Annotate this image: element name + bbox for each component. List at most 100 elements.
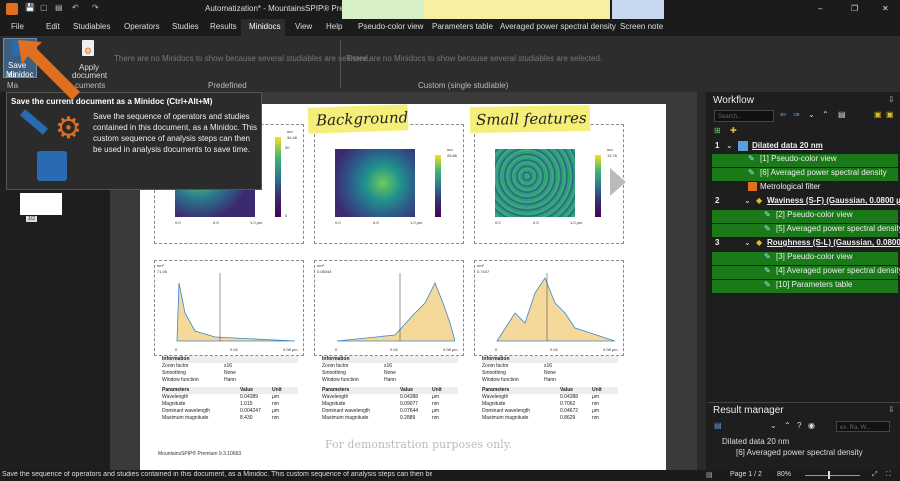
workflow-row[interactable]: 1 ⌄ Dilated data 20 nm xyxy=(712,141,898,154)
fit-page-icon[interactable]: ⤢ xyxy=(872,471,878,479)
ribbon-panel: Save as Minidoc ⚙ Apply document Ma cume… xyxy=(0,36,900,92)
unit: nm xyxy=(592,401,599,407)
tree-expand-icon[interactable]: ⊞ xyxy=(714,126,721,135)
result-up-icon[interactable]: ⌃ xyxy=(784,421,791,430)
row-max-mag: Maximum magnitude 0.2889 nm xyxy=(322,415,458,422)
doc-footer: MountainsSPIP® Premium 9.3.10663 xyxy=(158,451,242,457)
arrow-down-icon[interactable]: ⌄ xyxy=(808,110,815,119)
tab-screen-note[interactable]: Screen note xyxy=(620,22,663,31)
workflow-row[interactable]: Metrological filter xyxy=(712,182,898,195)
result-search[interactable]: ex. Ra, W... xyxy=(836,421,890,432)
tab-parameters-table[interactable]: Parameters table xyxy=(432,22,493,31)
doc-scrollbar[interactable] xyxy=(697,92,706,470)
tab-results[interactable]: Results xyxy=(210,22,237,31)
workflow-row[interactable]: ✎ [10] Parameters table xyxy=(712,280,898,293)
thumbnail-page-label: 1/2 xyxy=(26,216,37,222)
result-help-icon[interactable]: ? xyxy=(797,421,801,430)
workflow-row[interactable]: ✎ [6] Averaged power spectral density xyxy=(712,168,898,181)
psd-curve-svg xyxy=(176,273,295,342)
redo-icon[interactable]: ↷ xyxy=(92,3,99,12)
tab-pseudo-color-view[interactable]: Pseudo-color view xyxy=(358,22,423,31)
map-plot-2[interactable]: nm 26.86 0.0 0.5 1.0 µm xyxy=(314,124,464,244)
spectrum-plot-1[interactable]: nm² 71.06 0 0.04 0.08 µm xyxy=(154,260,304,356)
info-header: Information xyxy=(162,356,298,363)
arrow-left-icon[interactable]: ⇐ xyxy=(780,110,787,119)
zoom-thumb[interactable] xyxy=(828,471,830,479)
map-plot-3[interactable]: nm 13.76 0.0 0.5 1.0 µm xyxy=(474,124,624,244)
expand-icon[interactable]: ⌄ xyxy=(744,196,751,205)
close-button[interactable]: ✕ xyxy=(882,4,889,13)
result-down-icon[interactable]: ⌄ xyxy=(770,421,777,430)
result-item[interactable]: Dilated data 20 nm xyxy=(722,437,789,446)
result-tool-icon[interactable]: ▤ xyxy=(714,421,722,430)
minimize-button[interactable]: – xyxy=(818,4,822,13)
tab-averaged-psd[interactable]: Averaged power spectral density xyxy=(500,22,616,31)
fullscreen-icon[interactable]: ⛶ xyxy=(886,471,891,479)
note-arrow-gray xyxy=(610,168,626,196)
save-quick-icon[interactable]: 💾 xyxy=(25,3,35,12)
info-table-3[interactable]: Information Zoom factor x16 Smoothing No… xyxy=(482,356,618,422)
note-small-features[interactable]: Small features xyxy=(469,104,591,134)
new-quick-icon[interactable]: ▢ xyxy=(40,3,48,12)
row-label: [1] Pseudo-color view xyxy=(760,154,837,163)
row-label: [6] Averaged power spectral density xyxy=(760,168,887,177)
result-view-icon[interactable]: ◉ xyxy=(808,421,815,430)
workflow-row[interactable]: 3 ⌄ ◆ Roughness (S-L) (Gaussian, 0.0800 µm) xyxy=(712,238,900,251)
x-tick: 0.08 µm xyxy=(443,347,458,352)
arrow-up-icon[interactable]: ⌃ xyxy=(822,110,829,119)
tab-help[interactable]: Help xyxy=(326,22,342,31)
workflow-tool-icon[interactable]: ▣ xyxy=(874,110,882,119)
filter-icon xyxy=(748,182,757,191)
tab-studies[interactable]: Studies xyxy=(172,22,199,31)
menu-file[interactable]: File xyxy=(11,22,24,31)
workflow-row[interactable]: ✎ [4] Averaged power spectral density xyxy=(712,266,900,279)
tree-add-icon[interactable]: ✚ xyxy=(730,126,737,135)
row-wavelength: Wavelength 0.04389 µm xyxy=(162,394,298,401)
unit: nm xyxy=(592,415,599,421)
workflow-tool-icon-2[interactable]: ▣ xyxy=(886,110,894,119)
tab-minidocs[interactable]: Minidocs xyxy=(249,22,281,31)
restore-button[interactable]: ❐ xyxy=(851,4,858,13)
workflow-search[interactable]: Search... xyxy=(714,110,774,122)
expand-icon[interactable]: ⌄ xyxy=(726,141,733,150)
spectrum-plot-3[interactable]: nm² 0.7447 0 0.04 0.08 µm xyxy=(474,260,624,356)
watermark: For demonstration purposes only. xyxy=(325,438,512,451)
workflow-pin-icon[interactable]: ⇩ xyxy=(888,95,895,104)
tab-view[interactable]: View xyxy=(295,22,312,31)
info-table-2[interactable]: Information Zoom factor x16 Smoothing No… xyxy=(322,356,458,422)
predefined-group-label: Predefined xyxy=(208,81,247,90)
tab-edit[interactable]: Edit xyxy=(46,22,60,31)
label: Dominant wavelength xyxy=(322,408,371,414)
workflow-row[interactable]: ✎ [5] Averaged power spectral density xyxy=(712,224,900,237)
value: Hann xyxy=(384,377,396,383)
label: Maximum magnitude xyxy=(482,415,529,421)
label: Magnitude xyxy=(482,401,506,407)
expand-icon[interactable]: ⌄ xyxy=(744,238,751,247)
page-thumbnail[interactable] xyxy=(20,193,62,215)
workflow-options-icon[interactable]: ▤ xyxy=(838,110,846,119)
zoom-slider[interactable] xyxy=(805,475,860,476)
y-unit: nm² xyxy=(317,263,324,268)
workflow-row[interactable]: ✎ [1] Pseudo-color view xyxy=(712,154,898,167)
x-tick: 1.0 µm xyxy=(250,220,263,225)
undo-icon[interactable]: ↶ xyxy=(72,3,79,12)
open-quick-icon[interactable]: ▤ xyxy=(55,3,63,12)
tab-studiables[interactable]: Studiables xyxy=(73,22,110,31)
colorbar-unit: nm xyxy=(607,147,613,152)
info-table-1[interactable]: Information Zoom factor x16 Smoothing No… xyxy=(162,356,298,422)
workflow-row[interactable]: ✎ [2] Pseudo-color view xyxy=(712,210,898,223)
workflow-row[interactable]: ✎ [3] Pseudo-color view xyxy=(712,252,898,265)
psd-curve-svg xyxy=(496,273,615,342)
tab-operators[interactable]: Operators xyxy=(124,22,160,31)
value: 0.04672 xyxy=(560,408,579,414)
workflow-row[interactable]: 2 ⌄ ◆ Waviness (S-F) (Gaussian, 0.0800 µm) xyxy=(712,196,900,209)
row-window: Window function Hann xyxy=(162,377,298,384)
spectrum-plot-2[interactable]: nm² 0.08344 0 0.04 0.08 µm xyxy=(314,260,464,356)
arrow-right-icon[interactable]: ⇒ xyxy=(793,110,800,119)
unit: µm xyxy=(592,394,600,400)
result-pin-icon[interactable]: ⇩ xyxy=(888,405,895,414)
x-tick: 0.04 xyxy=(390,347,398,352)
label: Zoom factor xyxy=(162,363,189,369)
note-background[interactable]: Background xyxy=(307,104,408,134)
result-item[interactable]: [6] Averaged power spectral density xyxy=(736,448,863,457)
